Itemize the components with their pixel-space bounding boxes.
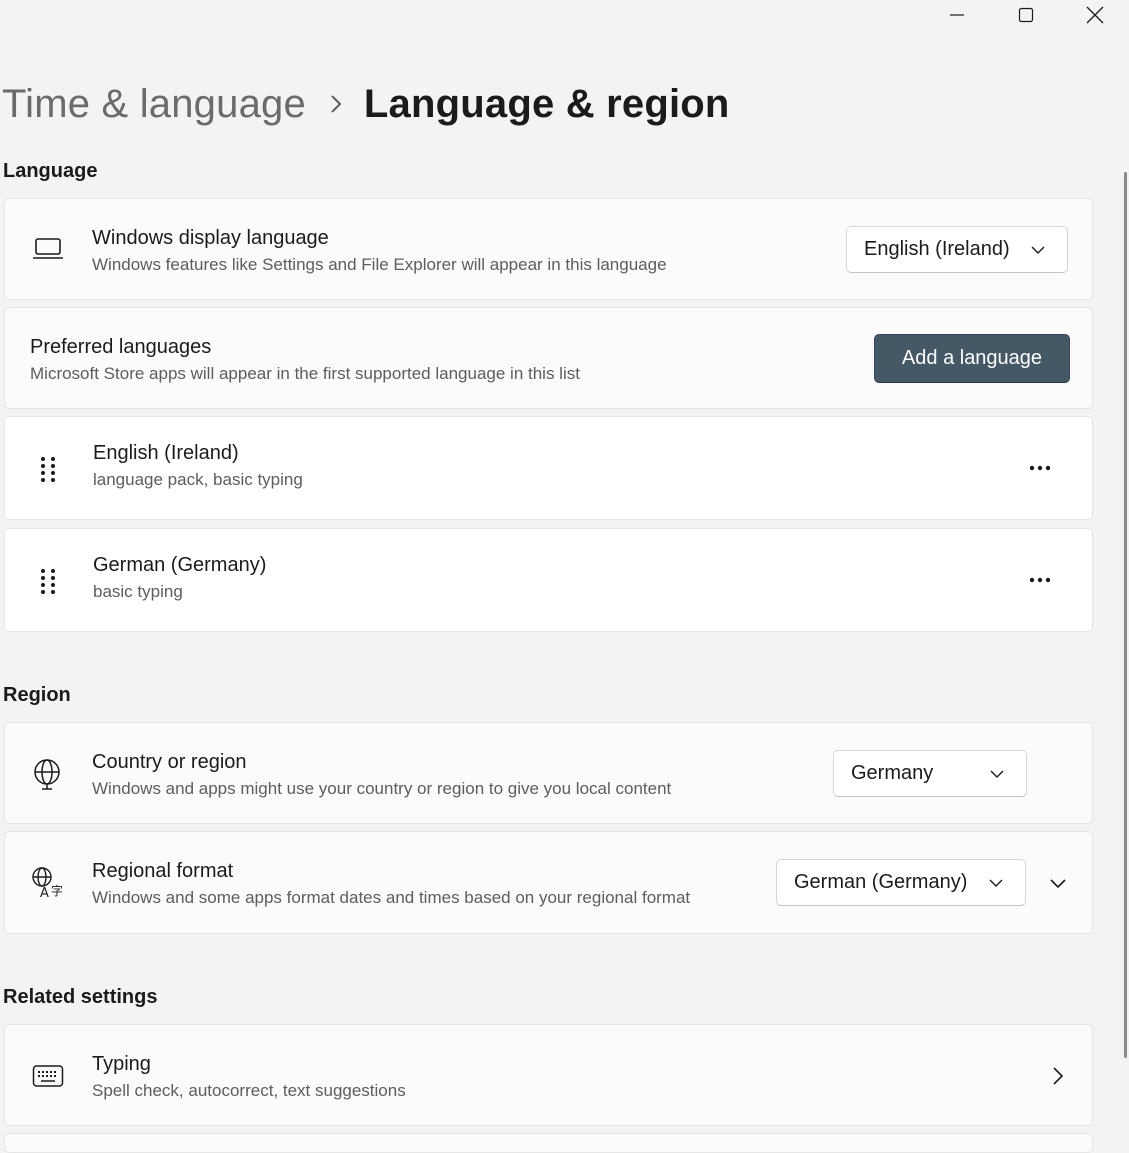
section-title-related-settings: Related settings (3, 986, 158, 1008)
page-title: Language & region (363, 81, 730, 126)
regional-format-title: Regional format (92, 860, 234, 882)
preferred-languages-card: Preferred languages Microsoft Store apps… (4, 307, 1093, 409)
chevron-down-icon (990, 770, 1004, 778)
drag-handle-icon[interactable] (35, 455, 61, 483)
maximize-button[interactable] (1003, 0, 1049, 30)
country-region-title: Country or region (92, 751, 247, 773)
minimize-button[interactable] (934, 0, 980, 30)
add-language-button[interactable]: Add a language (874, 334, 1070, 383)
chevron-right-icon[interactable] (1038, 1056, 1078, 1096)
preferred-languages-title: Preferred languages (30, 336, 212, 358)
language-features: language pack, basic typing (93, 470, 303, 489)
close-icon (1086, 6, 1104, 24)
language-name: English (Ireland) (93, 442, 239, 464)
language-list-item[interactable]: English (Ireland) language pack, basic t… (4, 416, 1093, 520)
close-button[interactable] (1072, 0, 1118, 30)
chevron-right-icon (330, 94, 342, 114)
typing-card[interactable]: Typing Spell check, autocorrect, text su… (4, 1024, 1093, 1126)
country-region-card: Country or region Windows and apps might… (4, 722, 1093, 824)
regional-format-card[interactable]: A字 Regional format Windows and some apps… (4, 831, 1093, 934)
regional-format-dropdown[interactable]: German (Germany) (776, 859, 1026, 906)
display-language-dropdown[interactable]: English (Ireland) (846, 226, 1068, 273)
chevron-down-icon (989, 879, 1003, 887)
display-language-card: Windows display language Windows feature… (4, 198, 1093, 300)
more-options-icon[interactable] (1020, 448, 1060, 488)
maximize-icon (1018, 7, 1034, 23)
globe-icon (31, 757, 63, 791)
svg-text:A: A (40, 886, 49, 898)
display-language-title: Windows display language (92, 227, 329, 249)
breadcrumb: Time & language Language & region (2, 76, 730, 132)
globe-language-icon: A字 (30, 865, 66, 899)
drag-handle-icon[interactable] (35, 567, 61, 595)
keyboard-icon (31, 1062, 65, 1090)
typing-title: Typing (92, 1053, 151, 1075)
language-list-item[interactable]: German (Germany) basic typing (4, 528, 1093, 632)
section-title-region: Region (3, 684, 71, 706)
breadcrumb-parent-link[interactable]: Time & language (2, 82, 306, 127)
section-title-language: Language (3, 160, 98, 182)
scrollbar-thumb[interactable] (1124, 172, 1127, 1058)
chevron-down-icon (1031, 246, 1045, 254)
language-name: German (Germany) (93, 554, 267, 576)
country-region-selected: Germany (851, 762, 934, 784)
minimize-icon (950, 14, 964, 16)
svg-text:字: 字 (51, 883, 63, 898)
laptop-icon (31, 235, 65, 263)
country-region-subtitle: Windows and apps might use your country … (92, 779, 672, 798)
preferred-languages-subtitle: Microsoft Store apps will appear in the … (30, 364, 580, 383)
more-options-icon[interactable] (1020, 560, 1060, 600)
regional-format-subtitle: Windows and some apps format dates and t… (92, 888, 691, 907)
regional-format-selected: German (Germany) (794, 871, 968, 893)
language-features: basic typing (93, 582, 183, 601)
expand-chevron-icon[interactable] (1038, 863, 1078, 903)
country-region-dropdown[interactable]: Germany (833, 750, 1027, 797)
typing-subtitle: Spell check, autocorrect, text suggestio… (92, 1081, 406, 1100)
display-language-selected: English (Ireland) (864, 238, 1010, 260)
next-card-partial (4, 1133, 1093, 1153)
display-language-subtitle: Windows features like Settings and File … (92, 255, 667, 274)
